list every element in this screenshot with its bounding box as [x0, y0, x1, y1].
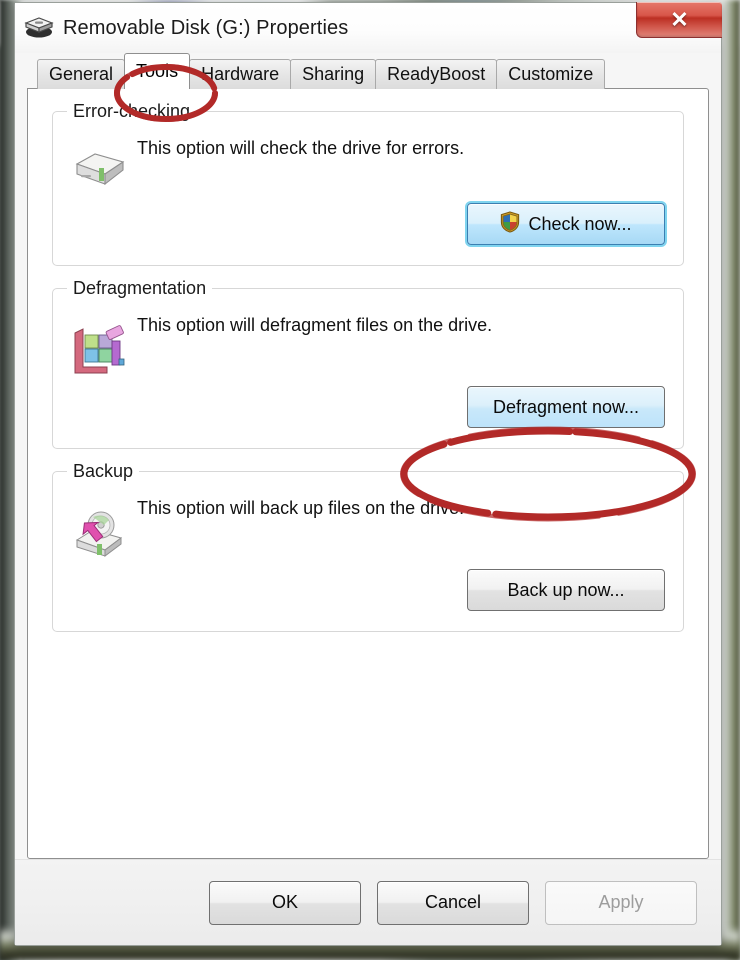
close-icon: ✕ [670, 6, 689, 32]
defragmentation-row: This option will defragment files on the… [71, 311, 665, 380]
defragmentation-title: Defragmentation [67, 278, 213, 299]
desktop-background-right [722, 0, 740, 960]
defragmentation-button-row: Defragment now... [71, 386, 665, 428]
close-button[interactable]: ✕ [636, 2, 722, 38]
tab-general[interactable]: General [37, 59, 126, 89]
check-now-label: Check now... [528, 213, 632, 234]
backup-button-row: Back up now... [71, 569, 665, 611]
properties-dialog: Removable Disk (G:) Properties ✕ General… [14, 2, 722, 946]
backup-row: This option will back up files on the dr… [71, 494, 665, 563]
error-checking-title: Error-checking [67, 101, 197, 122]
cancel-label: Cancel [424, 892, 482, 912]
error-checking-description: This option will check the drive for err… [137, 138, 465, 158]
tab-label: ReadyBoost [387, 64, 486, 84]
apply-label: Apply [598, 892, 644, 912]
tab-sharing[interactable]: Sharing [290, 59, 377, 89]
apply-button: Apply [545, 880, 697, 925]
defragment-now-button[interactable]: Defragment now... [467, 386, 665, 428]
back-up-now-label: Back up now... [507, 579, 625, 600]
ok-button[interactable]: OK [209, 880, 361, 925]
defragmentation-group: Defragmentation This option will defragm… [52, 278, 684, 449]
title-bar: Removable Disk (G:) Properties ✕ [15, 2, 722, 53]
check-now-button[interactable]: Check now... [467, 203, 665, 245]
defragment-now-label: Defragment now... [492, 396, 640, 417]
page-title: Removable Disk (G:) Properties [63, 16, 349, 39]
removable-disk-icon [23, 15, 55, 41]
tab-area: General Tools Hardware Sharing ReadyBoos… [27, 53, 709, 859]
tools-tab-panel: Error-checking This option will check th… [27, 88, 709, 859]
tab-label: Hardware [201, 64, 280, 84]
tab-hardware[interactable]: Hardware [189, 59, 292, 89]
tab-label: Tools [136, 61, 179, 81]
back-up-now-button[interactable]: Back up now... [467, 569, 665, 611]
error-checking-group: Error-checking This option will check th… [52, 101, 684, 266]
tab-label: Sharing [302, 64, 365, 84]
tab-label: General [49, 64, 114, 84]
error-checking-row: This option will check the drive for err… [71, 134, 665, 197]
tab-label: Customize [508, 64, 594, 84]
ok-label: OK [271, 892, 298, 912]
defragmentation-description: This option will defragment files on the… [137, 315, 493, 335]
error-checking-button-row: Check now... [71, 203, 665, 245]
tab-tools[interactable]: Tools [124, 53, 191, 89]
tab-strip: General Tools Hardware Sharing ReadyBoos… [27, 53, 709, 89]
defragment-blocks-icon [71, 311, 137, 380]
tab-readyboost[interactable]: ReadyBoost [375, 59, 498, 89]
hard-drive-icon [71, 134, 137, 197]
backup-group: Backup This option will back up files on… [52, 461, 684, 632]
backup-disc-icon [71, 494, 137, 563]
uac-shield-icon [500, 210, 520, 238]
cancel-button[interactable]: Cancel [377, 880, 529, 925]
tab-customize[interactable]: Customize [496, 59, 606, 89]
dialog-footer: OK Cancel Apply [15, 859, 721, 945]
backup-description: This option will back up files on the dr… [137, 498, 465, 518]
backup-title: Backup [67, 461, 140, 482]
